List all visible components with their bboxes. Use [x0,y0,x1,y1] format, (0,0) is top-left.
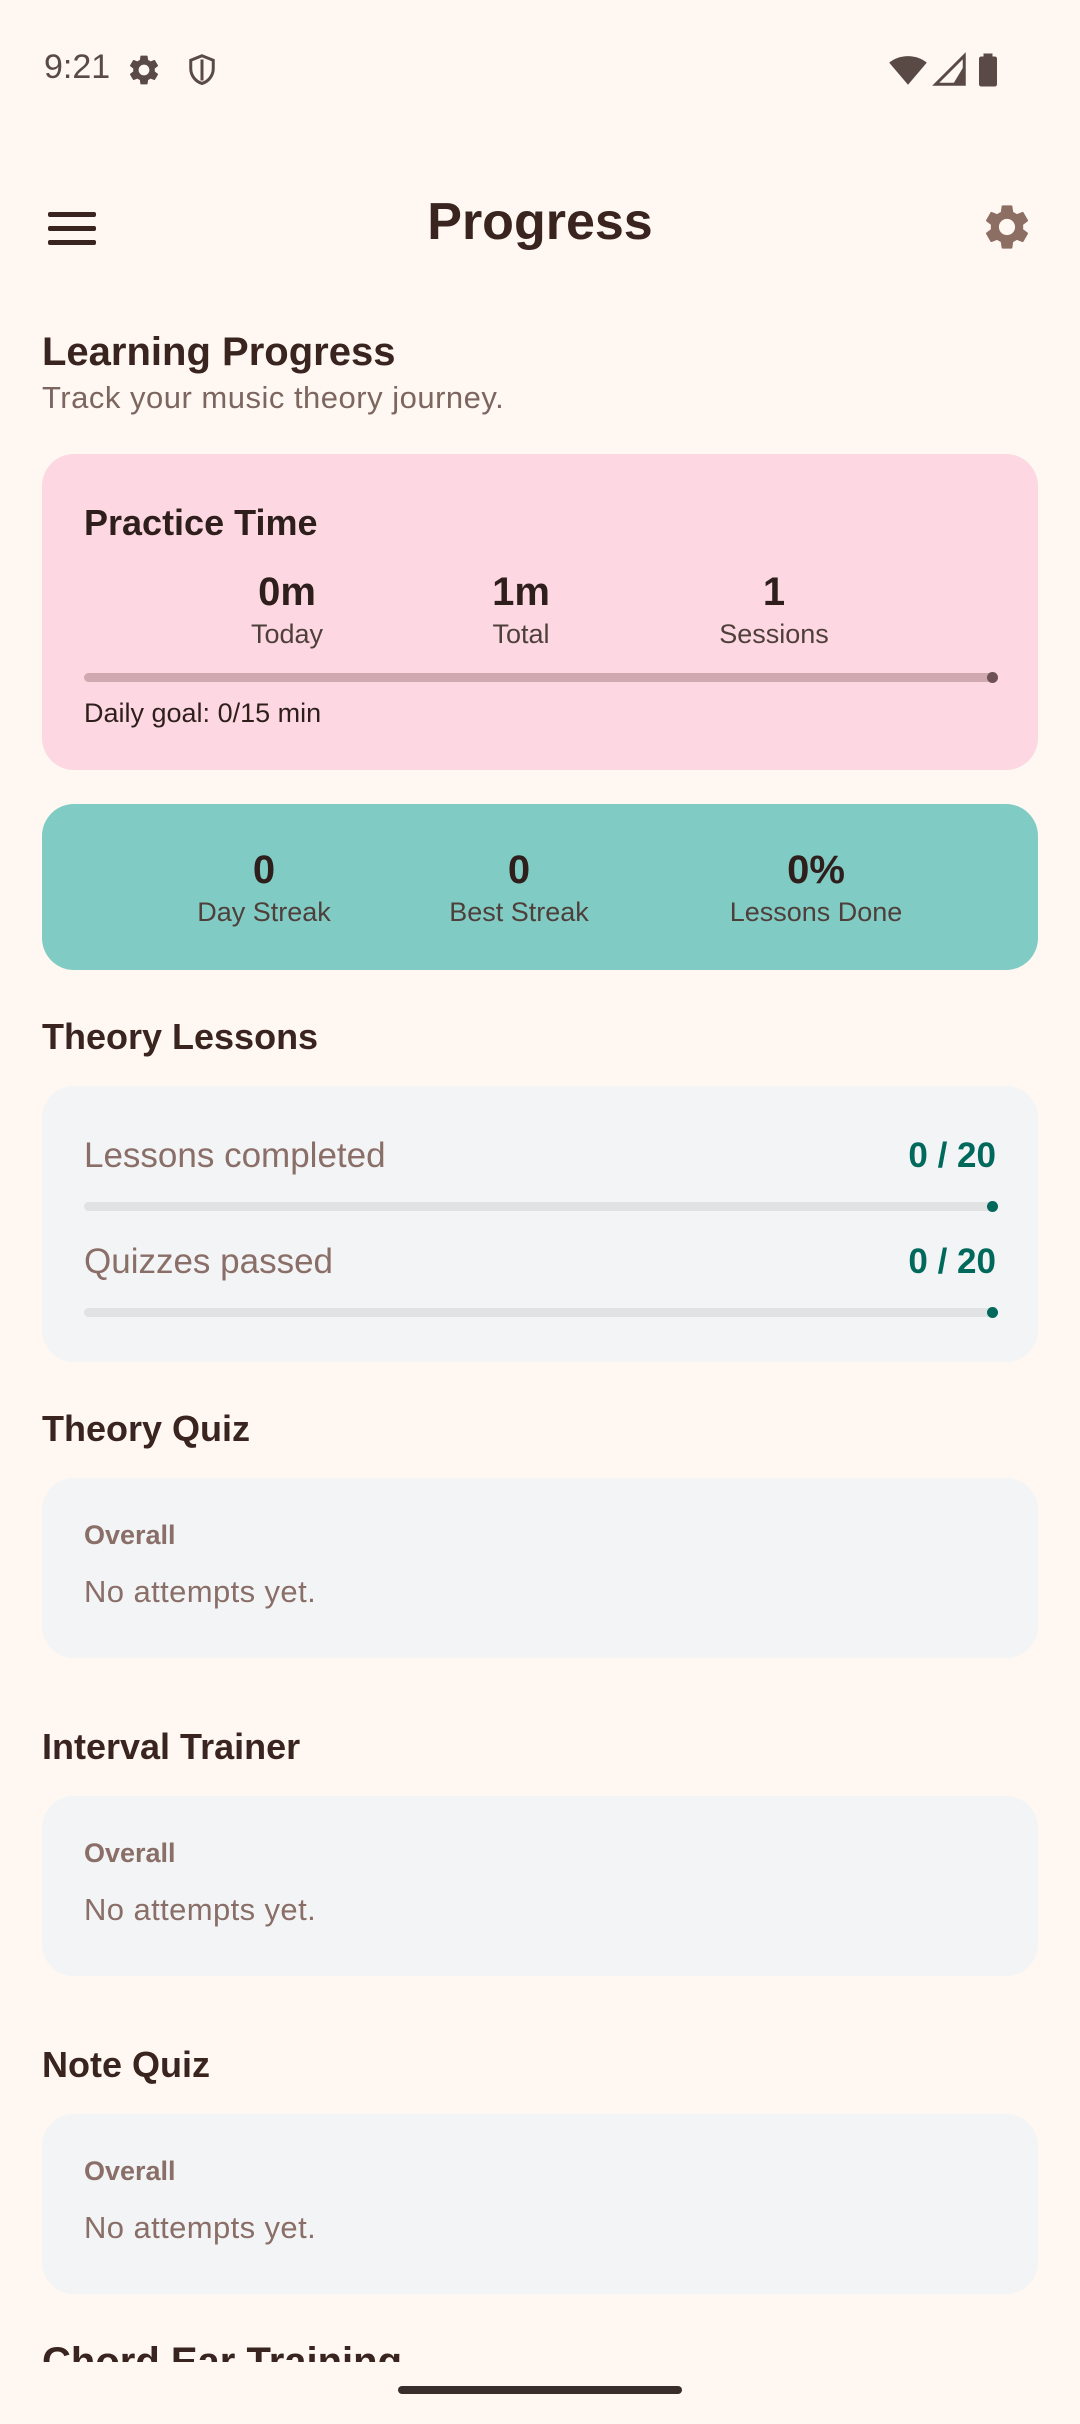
home-indicator[interactable] [398,2386,682,2394]
battery-icon [976,52,1000,88]
stat-label: Best Streak [449,897,589,927]
note-quiz-card: Overall No attempts yet. [42,2114,1038,2294]
stat-sessions: 1 Sessions [664,568,884,652]
section-title: Theory Lessons [42,1016,319,1057]
status-time: 9:21 [44,48,111,86]
next-section-title-clip: Chord Ear Training [0,2340,1080,2362]
signal-icon [932,52,968,88]
card-title: Practice Time [84,502,318,543]
empty-state-text: No attempts yet. [84,2210,317,2245]
page-title: Progress [427,193,653,251]
stat-label: Today [250,619,324,649]
streak-card: 0 Day Streak 0 Best Streak 0% Lessons Do… [42,804,1038,970]
stat-label: Lessons Done [729,897,903,927]
daily-goal-text: Daily goal: 0/15 min [84,698,322,728]
stat-best-streak: 0 Best Streak [409,846,629,930]
lessons-progress-bar [84,1201,998,1212]
stat-total: 1m Total [411,568,631,652]
section-title: Interval Trainer [42,1726,301,1767]
progress-end-dot [987,1201,998,1212]
quizzes-passed-label: Quizzes passed [84,1242,334,1281]
section-title: Note Quiz [42,2044,210,2085]
top-app-bar: Progress [0,170,1080,280]
stat-value: 1m [492,570,550,614]
interval-trainer-card: Overall No attempts yet. [42,1796,1038,1976]
practice-time-card: Practice Time 0m Today 1m Total 1 Sessio… [42,454,1038,770]
stat-value: 0 [252,848,276,892]
section-subtitle: Track your music theory journey. [42,380,505,415]
stat-label: Total [492,619,550,649]
progress-end-dot [987,672,998,683]
overall-label: Overall [84,2156,176,2186]
theory-quiz-card: Overall No attempts yet. [42,1478,1038,1658]
quizzes-passed-value: 0 / 20 [908,1242,996,1281]
stat-lessons-done: 0% Lessons Done [684,846,948,930]
stat-value: 0m [258,570,316,614]
stat-today: 0m Today [177,568,397,652]
empty-state-text: No attempts yet. [84,1574,317,1609]
status-bar: 9:21 [0,0,1080,140]
stat-label: Day Streak [197,897,331,927]
progress-end-dot [987,1307,998,1318]
settings-button[interactable] [966,192,1046,262]
gear-icon [126,52,162,88]
section-title: Learning Progress [42,330,396,374]
gear-icon [980,200,1034,259]
wifi-icon [888,52,928,88]
lessons-completed-label: Lessons completed [84,1136,386,1175]
shield-icon [184,52,220,88]
stat-value: 0% [787,848,845,892]
lessons-completed-value: 0 / 20 [908,1136,996,1175]
overall-label: Overall [84,1520,176,1550]
section-title: Theory Quiz [42,1408,251,1449]
stat-value: 0 [507,848,531,892]
empty-state-text: No attempts yet. [84,1892,317,1927]
section-title: Chord Ear Training [42,2340,403,2362]
daily-goal-progress-bar [84,672,998,683]
stat-value: 1 [762,570,786,614]
stat-label: Sessions [719,619,829,649]
overall-label: Overall [84,1838,176,1868]
theory-lessons-card: Lessons completed 0 / 20 Quizzes passed … [42,1086,1038,1362]
quizzes-progress-bar [84,1307,998,1318]
stat-day-streak: 0 Day Streak [154,846,374,930]
